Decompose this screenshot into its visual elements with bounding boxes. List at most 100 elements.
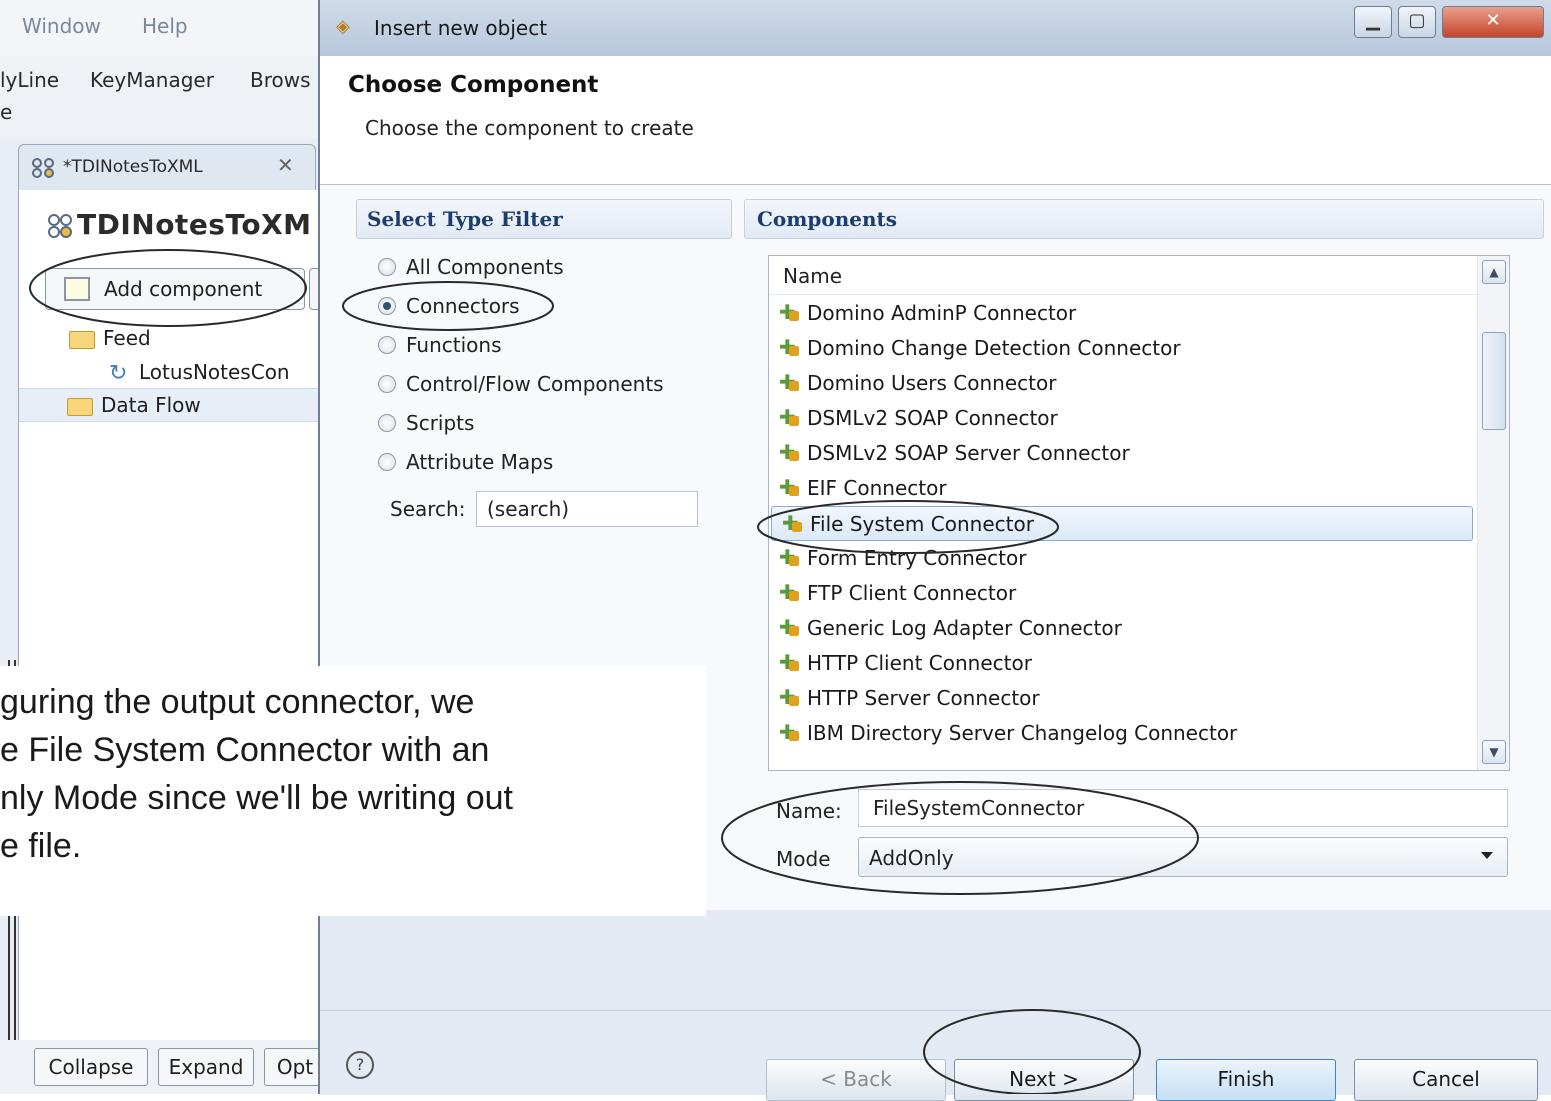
expand-button[interactable]: Expand bbox=[158, 1048, 254, 1086]
radio-attribute-maps[interactable]: Attribute Maps bbox=[378, 450, 553, 480]
menu-help[interactable]: Help bbox=[142, 14, 188, 38]
type-filter-header: Select Type Filter bbox=[356, 199, 732, 239]
dialog-titlebar[interactable]: ◈ Insert new object ▁ ▢ ✕ bbox=[320, 0, 1551, 57]
list-item-label: Domino AdminP Connector bbox=[807, 301, 1077, 325]
dialog-footer: ? < Back Next > Finish Cancel bbox=[320, 1010, 1551, 1101]
toolbar-item-browse[interactable]: Brows bbox=[250, 68, 311, 92]
editor-title-text: TDINotesToXM bbox=[77, 208, 312, 241]
caption-panel: guring the output connector, we e File S… bbox=[0, 666, 706, 916]
add-component-button[interactable]: Add component bbox=[45, 268, 305, 310]
list-item[interactable]: ✚ Domino AdminP Connector bbox=[769, 296, 1477, 331]
list-item[interactable]: ✚ Domino Change Detection Connector bbox=[769, 331, 1477, 366]
connector-icon: ✚ bbox=[779, 372, 801, 393]
background-ide-window: Window Help lyLine KeyManager Brows e *T… bbox=[0, 0, 341, 1094]
editor-panel: TDINotesToXM Add component Feed ↻ LotusNo… bbox=[18, 190, 341, 1094]
editor-tab[interactable]: *TDINotesToXML ✕ bbox=[18, 144, 316, 191]
minimize-button[interactable]: ▁ bbox=[1354, 6, 1392, 38]
assembly-line-icon bbox=[48, 214, 72, 238]
type-filter-title: Select Type Filter bbox=[367, 207, 563, 231]
editor-title: TDINotesToXM bbox=[47, 208, 312, 241]
connector-icon: ✚ bbox=[779, 722, 801, 743]
list-item-label: EIF Connector bbox=[807, 476, 947, 500]
maximize-button[interactable]: ▢ bbox=[1398, 6, 1436, 38]
scroll-down-icon[interactable]: ▼ bbox=[1482, 740, 1506, 764]
radio-label: Scripts bbox=[406, 411, 475, 435]
mode-label: Mode bbox=[776, 847, 831, 871]
radio-connectors[interactable]: Connectors bbox=[378, 294, 520, 324]
list-item[interactable]: ✚ FTP Client Connector bbox=[769, 576, 1477, 611]
close-window-button[interactable]: ✕ bbox=[1442, 6, 1544, 38]
list-item[interactable]: ✚ DSMLv2 SOAP Connector bbox=[769, 401, 1477, 436]
toolbar-item-lyline[interactable]: lyLine bbox=[0, 68, 59, 92]
radio-icon bbox=[378, 257, 396, 276]
toolbar-item-keymanager[interactable]: KeyManager bbox=[90, 68, 214, 92]
tree-item-label: LotusNotesCon bbox=[139, 360, 290, 384]
tree-item-lotusnotes-connector[interactable]: ↻ LotusNotesCon bbox=[109, 360, 290, 384]
list-item[interactable]: ✚ Form Entry Connector bbox=[769, 541, 1477, 576]
list-item-label: FTP Client Connector bbox=[807, 581, 1017, 605]
radio-control-flow[interactable]: Control/Flow Components bbox=[378, 372, 664, 402]
options-button[interactable]: Opt bbox=[264, 1048, 325, 1086]
close-tab-icon[interactable]: ✕ bbox=[277, 153, 294, 177]
ide-bottom-bar: Collapse Expand Opt bbox=[0, 1040, 330, 1094]
name-label: Name: bbox=[776, 799, 842, 823]
collapse-button[interactable]: Collapse bbox=[34, 1048, 148, 1086]
name-column-header[interactable]: Name bbox=[769, 256, 1477, 295]
list-item[interactable]: ✚ Generic Log Adapter Connector bbox=[769, 611, 1477, 646]
dialog-heading: Choose Component bbox=[348, 72, 599, 98]
connector-icon: ✚ bbox=[779, 477, 801, 498]
list-item[interactable]: ✚ Domino Users Connector bbox=[769, 366, 1477, 401]
mode-dropdown[interactable]: AddOnly bbox=[858, 837, 1508, 877]
list-item-label: Generic Log Adapter Connector bbox=[807, 616, 1122, 640]
connector-icon: ✚ bbox=[779, 687, 801, 708]
scroll-thumb[interactable] bbox=[1482, 332, 1506, 430]
search-label: Search: bbox=[390, 497, 466, 521]
finish-button[interactable]: Finish bbox=[1156, 1059, 1336, 1101]
list-item[interactable]: ✚ DSMLv2 SOAP Server Connector bbox=[769, 436, 1477, 471]
radio-scripts[interactable]: Scripts bbox=[378, 411, 474, 441]
radio-label: Functions bbox=[406, 333, 502, 357]
next-button[interactable]: Next > bbox=[954, 1059, 1134, 1101]
caption-line: nly Mode since we'll be writing out bbox=[0, 779, 513, 817]
components-title: Components bbox=[757, 207, 898, 231]
radio-all-components[interactable]: All Components bbox=[378, 255, 564, 285]
list-item[interactable]: ✚ EIF Connector bbox=[769, 471, 1477, 506]
list-item-label: Domino Users Connector bbox=[807, 371, 1057, 395]
list-item[interactable]: ✚ File System Connector bbox=[771, 506, 1473, 541]
insert-object-dialog: ◈ Insert new object ▁ ▢ ✕ Choose Compone… bbox=[318, 0, 1551, 1101]
connector-icon: ✚ bbox=[779, 547, 801, 568]
list-item[interactable]: ✚ IBM Directory Server Changelog Connecto… bbox=[769, 716, 1477, 751]
radio-label: Attribute Maps bbox=[406, 450, 554, 474]
menu-window[interactable]: Window bbox=[22, 14, 101, 38]
list-item-label: Domino Change Detection Connector bbox=[807, 336, 1181, 360]
search-input[interactable] bbox=[476, 491, 698, 527]
folder-icon bbox=[69, 330, 95, 349]
add-component-label: Add component bbox=[104, 277, 263, 301]
connector-icon: ✚ bbox=[779, 407, 801, 428]
insert-object-icon: ◈ bbox=[336, 16, 350, 37]
list-item[interactable]: ✚ HTTP Server Connector bbox=[769, 681, 1477, 716]
list-item-label: DSMLv2 SOAP Connector bbox=[807, 406, 1058, 430]
scroll-up-icon[interactable]: ▲ bbox=[1482, 260, 1506, 284]
back-button[interactable]: < Back bbox=[766, 1059, 946, 1101]
new-component-icon bbox=[64, 277, 90, 301]
cancel-button[interactable]: Cancel bbox=[1354, 1059, 1538, 1101]
caption-line: e file. bbox=[0, 827, 82, 865]
folder-icon bbox=[67, 397, 93, 416]
connector-icon: ✚ bbox=[779, 337, 801, 358]
list-item[interactable]: ✚ HTTP Client Connector bbox=[769, 646, 1477, 681]
tree-item-data-flow[interactable]: Data Flow bbox=[19, 388, 331, 422]
name-field[interactable] bbox=[858, 789, 1508, 827]
radio-icon bbox=[378, 413, 396, 432]
radio-functions[interactable]: Functions bbox=[378, 333, 502, 363]
radio-icon bbox=[378, 335, 396, 354]
list-scrollbar[interactable]: ▲ ▼ bbox=[1477, 256, 1509, 770]
connector-icon: ✚ bbox=[779, 652, 801, 673]
list-item-label: Form Entry Connector bbox=[807, 546, 1027, 570]
tree-item-feed[interactable]: Feed bbox=[69, 326, 151, 350]
components-list[interactable]: Name ✚ Domino AdminP Connector ✚ Domino Cha… bbox=[768, 255, 1510, 771]
radio-selected-icon bbox=[378, 296, 396, 315]
chevron-down-icon bbox=[1481, 852, 1493, 859]
help-icon[interactable]: ? bbox=[346, 1051, 374, 1079]
list-item-label: File System Connector bbox=[810, 512, 1034, 536]
